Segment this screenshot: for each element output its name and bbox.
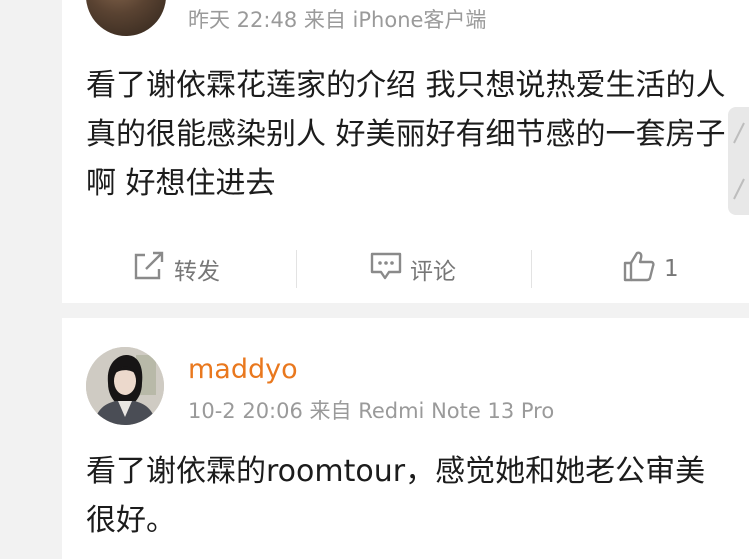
avatar[interactable] (86, 347, 164, 425)
post-card-1: 昨天 22:48 来自 iPhone客户端 看了谢依霖花莲家的介绍 我只想说热爱… (62, 0, 749, 303)
username[interactable]: maddyo (188, 354, 298, 385)
comment-button[interactable]: 评论 (370, 250, 456, 288)
avatar[interactable] (86, 0, 166, 36)
comment-label: 评论 (410, 259, 456, 285)
forward-icon (132, 251, 174, 287)
like-count: 1 (664, 256, 679, 282)
action-divider (531, 250, 532, 288)
post-meta: 10-2 20:06 来自 Redmi Note 13 Pro (188, 399, 555, 423)
forward-label: 转发 (174, 259, 220, 285)
action-divider (296, 250, 297, 288)
post-card-2: maddyo 10-2 20:06 来自 Redmi Note 13 Pro 看… (62, 318, 749, 559)
forward-button[interactable]: 转发 (132, 250, 220, 288)
post-meta: 昨天 22:48 来自 iPhone客户端 (188, 8, 487, 32)
side-panel-handle[interactable] (728, 107, 749, 215)
post-text[interactable]: 看了谢依霖的roomtour，感觉她和她老公审美很好。 (86, 447, 731, 545)
like-button[interactable]: 1 (622, 250, 679, 288)
comment-icon (370, 251, 410, 287)
like-icon (622, 250, 664, 288)
post-text[interactable]: 看了谢依霖花莲家的介绍 我只想说热爱生活的人真的很能感染别人 好美丽好有细节感的… (86, 61, 731, 208)
